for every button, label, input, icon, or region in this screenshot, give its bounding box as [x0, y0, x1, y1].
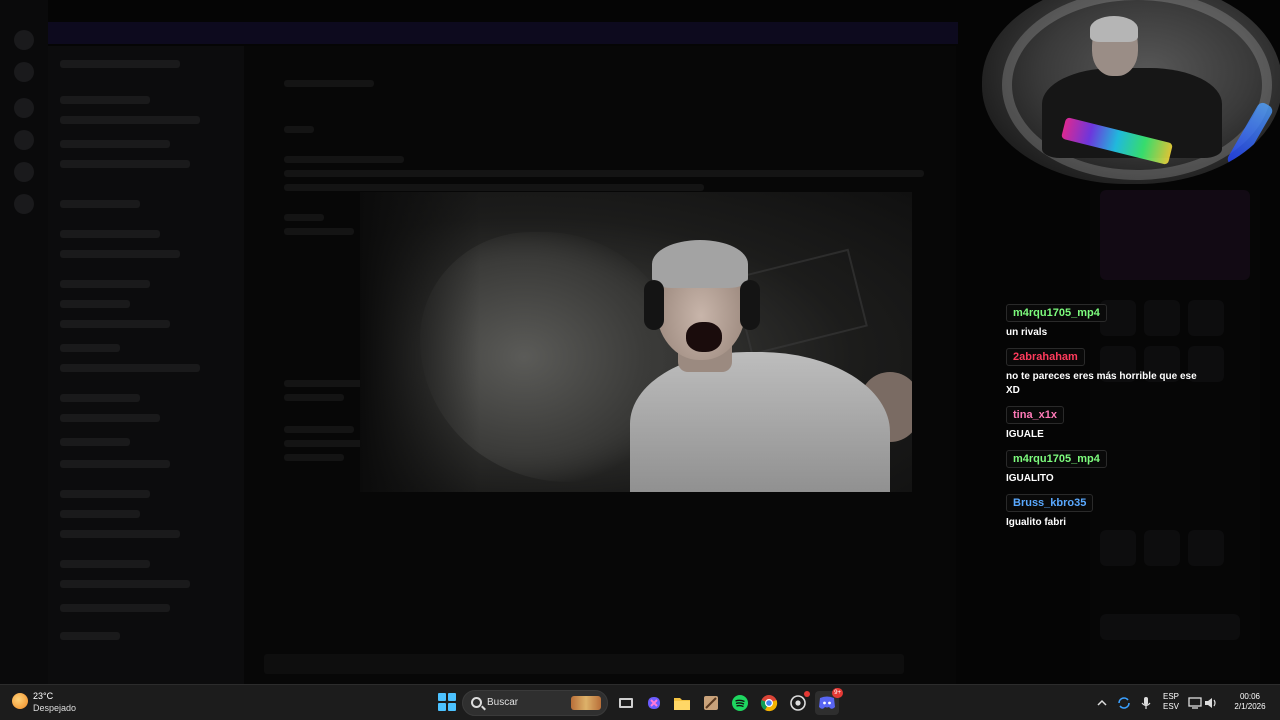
discord-icon[interactable]: 9+ — [815, 688, 843, 715]
notification-badge: 9+ — [832, 688, 843, 698]
chrome-icon[interactable] — [757, 691, 781, 715]
screen: m4rqu1705_mp4 un rivals 2abrahaham no te… — [0, 0, 1280, 720]
clock-date: 2/1/2026 — [1234, 702, 1266, 711]
start-button[interactable] — [438, 693, 456, 711]
chat-message: m4rqu1705_mp4 IGUALITO — [1006, 449, 1206, 486]
search-icon — [471, 697, 482, 708]
background-server-rail — [0, 0, 48, 684]
webcam-video — [360, 192, 912, 492]
chat-message: tina_x1x IGUALE — [1006, 405, 1206, 442]
language-line-1: ESP — [1162, 692, 1179, 701]
chat-username: tina_x1x — [1006, 406, 1065, 424]
copilot-icon[interactable] — [642, 691, 666, 715]
chat-text: no te pareces eres más horrible que ese … — [1006, 371, 1197, 396]
chat-username: m4rqu1705_mp4 — [1006, 450, 1107, 468]
stream-chat-overlay: m4rqu1705_mp4 un rivals 2abrahaham no te… — [1006, 303, 1206, 537]
taskbar: 23°C Despejado Buscar 9+ ESP ESV 00:06 2… — [0, 684, 1280, 720]
chat-message: Bruss_kbro35 Igualito fabri — [1006, 493, 1206, 530]
chat-text: Igualito fabri — [1006, 517, 1066, 528]
search-highlight-icon — [571, 696, 601, 710]
file-explorer-icon[interactable] — [670, 691, 694, 715]
chat-text: IGUALITO — [1006, 473, 1054, 484]
clock[interactable]: 00:06 2/1/2026 — [1226, 692, 1274, 712]
chat-username: Bruss_kbro35 — [1006, 494, 1094, 512]
facecam-overlay — [982, 0, 1280, 184]
chat-message: 2abrahaham no te pareces eres más horrib… — [1006, 347, 1206, 398]
chevron-up-icon[interactable] — [1092, 691, 1112, 715]
chat-text: IGUALE — [1006, 429, 1044, 440]
weather-icon — [12, 693, 28, 709]
task-view-icon[interactable] — [614, 691, 638, 715]
language-indicator[interactable]: ESP ESV — [1160, 692, 1182, 712]
spotify-icon[interactable] — [728, 691, 752, 715]
chat-username: m4rqu1705_mp4 — [1006, 304, 1107, 322]
clock-time: 00:06 — [1239, 692, 1261, 701]
chat-message: m4rqu1705_mp4 un rivals — [1006, 303, 1206, 340]
app-shortcut-icon[interactable] — [699, 691, 723, 715]
chat-text: un rivals — [1006, 327, 1048, 338]
weather-description: Despejado — [33, 703, 77, 713]
language-line-2: ESV — [1162, 702, 1179, 711]
sync-icon[interactable] — [1114, 691, 1134, 715]
search-placeholder: Buscar — [487, 697, 519, 708]
volume-icon[interactable] — [1202, 691, 1220, 715]
background-channel-list — [48, 46, 244, 684]
app-settings-icon[interactable] — [786, 691, 810, 715]
chat-username: 2abrahaham — [1006, 348, 1085, 366]
weather-temperature: 23°C — [33, 691, 54, 701]
background-banner — [48, 22, 958, 44]
taskbar-search[interactable]: Buscar — [462, 690, 608, 716]
notification-dot — [804, 691, 810, 697]
microphone-icon[interactable] — [1136, 691, 1156, 715]
